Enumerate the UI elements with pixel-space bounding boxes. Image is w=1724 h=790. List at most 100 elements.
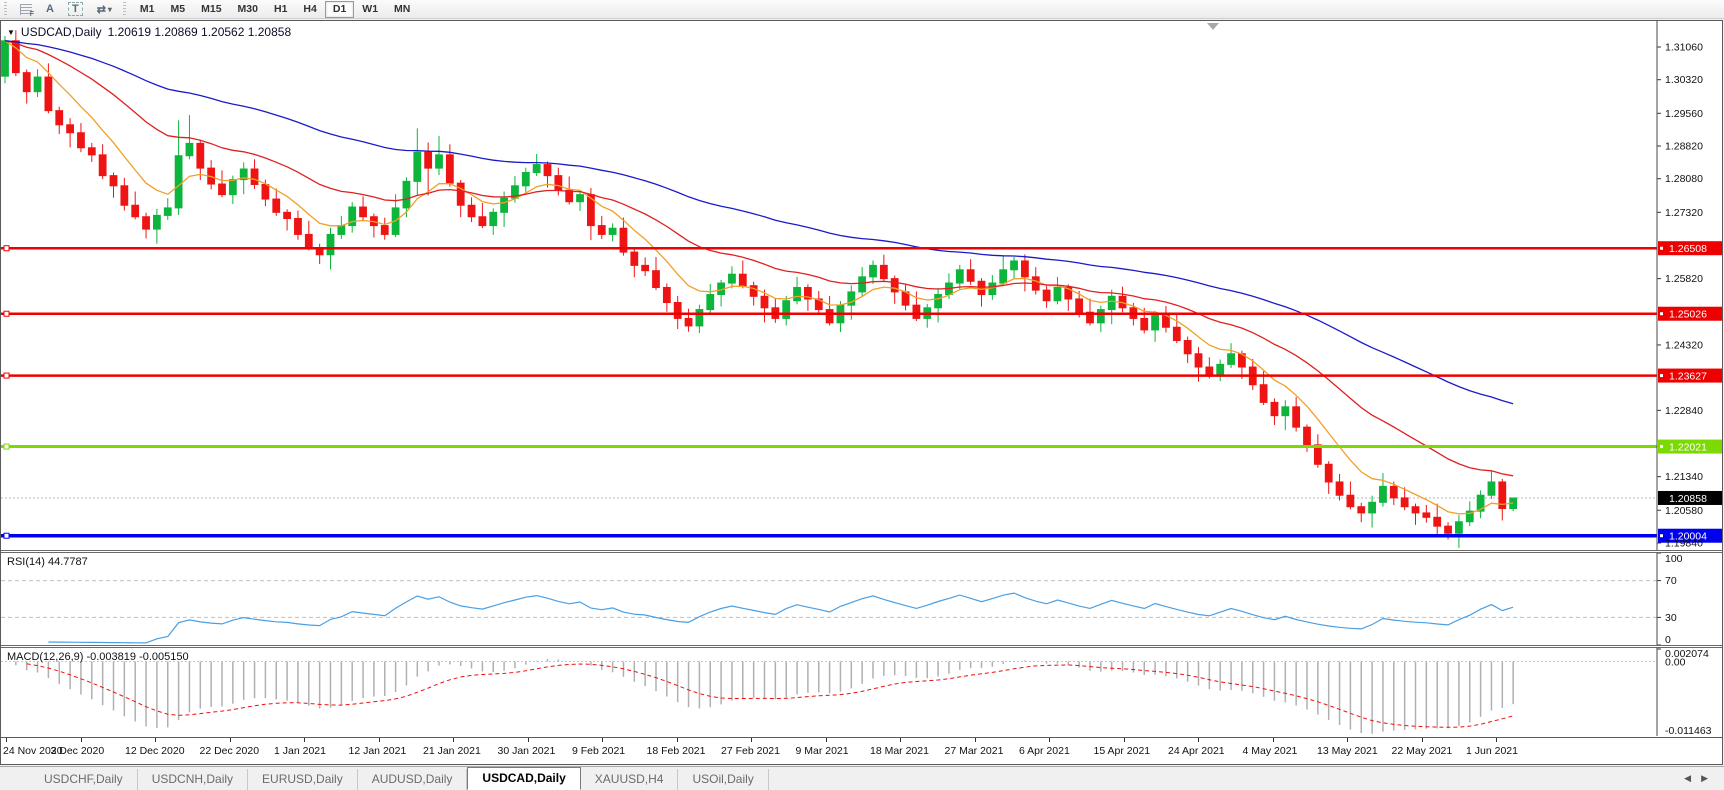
hline-anchor[interactable] bbox=[3, 245, 10, 252]
objects-tool-button[interactable]: ⇄ ▾ bbox=[91, 1, 118, 18]
candle-body bbox=[55, 110, 64, 126]
tab-eurusd[interactable]: EURUSD,Daily bbox=[248, 769, 358, 790]
date-label: 21 Jan 2021 bbox=[423, 745, 481, 757]
candle-body bbox=[597, 225, 606, 235]
candle-body bbox=[22, 72, 31, 93]
axis-label: 0.00 bbox=[1665, 656, 1686, 668]
candle-body bbox=[641, 264, 650, 272]
date-tick bbox=[304, 738, 305, 742]
chart-shift-marker-icon[interactable] bbox=[1207, 23, 1219, 30]
macd-chart[interactable]: 0.0020740.00-0.011463 bbox=[1, 648, 1722, 736]
timeframe-button-m30[interactable]: M30 bbox=[230, 1, 266, 18]
hline-1.25026[interactable]: 1.25026 bbox=[1, 306, 1722, 321]
candlestick-chart[interactable]: 1.26508 1.25026 1.23627 1.22021 1.20004 1.310… bbox=[1, 21, 1722, 550]
candle-body bbox=[153, 214, 161, 230]
candle-body bbox=[1042, 289, 1051, 302]
rsi-indicator-pane[interactable]: RSI(14) 44.7787 100 70 30 0 bbox=[1, 553, 1722, 645]
timeframe-button-m5[interactable]: M5 bbox=[163, 1, 194, 18]
tab-usdchf[interactable]: USDCHF,Daily bbox=[30, 769, 138, 790]
hline-anchor[interactable] bbox=[3, 310, 10, 317]
hline-1.22021[interactable]: 1.22021 bbox=[1, 439, 1722, 454]
candle-body bbox=[500, 197, 509, 213]
price-badge-label: 1.22021 bbox=[1669, 442, 1707, 454]
tab-scroll-right-icon[interactable]: ▶ bbox=[1701, 773, 1718, 783]
price-badge-label: 1.23627 bbox=[1669, 371, 1707, 383]
toolbar-grip[interactable] bbox=[3, 2, 10, 16]
hline-anchor[interactable] bbox=[3, 443, 10, 450]
date-label: 18 Feb 2021 bbox=[646, 745, 706, 757]
chart-window: ▼ USDCAD,Daily 1.20619 1.20869 1.20562 1… bbox=[0, 20, 1723, 765]
date-tick bbox=[676, 738, 678, 742]
candle-body bbox=[294, 218, 302, 235]
candle-body bbox=[185, 142, 194, 157]
price-badge-label: 1.26508 bbox=[1669, 243, 1707, 255]
date-label: 15 Apr 2021 bbox=[1093, 745, 1151, 757]
tab-usdcad[interactable]: USDCAD,Daily bbox=[467, 767, 581, 790]
date-tick bbox=[825, 738, 827, 742]
candles-layer bbox=[1, 30, 1518, 548]
candle-body bbox=[1357, 506, 1366, 514]
date-tick bbox=[1496, 738, 1497, 742]
axis-label: 30 bbox=[1665, 612, 1677, 624]
candle-body bbox=[283, 211, 292, 220]
hline-1.26508[interactable]: 1.26508 bbox=[1, 241, 1722, 256]
indicator-grid-button[interactable]: F bbox=[14, 1, 38, 18]
candle-body bbox=[120, 185, 129, 206]
text-tool-button[interactable]: T bbox=[62, 1, 89, 18]
axis-label: -0.011463 bbox=[1665, 725, 1712, 736]
hline-anchor[interactable] bbox=[3, 372, 10, 379]
arrow-tool-button[interactable]: A bbox=[40, 1, 60, 18]
candle-body bbox=[489, 211, 498, 227]
candle-body bbox=[1075, 298, 1084, 313]
date-label: 22 Dec 2020 bbox=[199, 745, 260, 757]
toolbar-grip[interactable] bbox=[121, 2, 129, 16]
date-tick bbox=[527, 738, 529, 742]
date-label: 1 Jan 2021 bbox=[274, 745, 326, 757]
hline-anchor[interactable] bbox=[3, 532, 10, 539]
candle-body bbox=[131, 204, 140, 218]
candle-body bbox=[1281, 406, 1290, 417]
timeframe-button-m1[interactable]: M1 bbox=[132, 1, 163, 18]
tab-audusd[interactable]: AUDUSD,Daily bbox=[358, 769, 468, 790]
date-label: 12 Jan 2021 bbox=[348, 745, 407, 757]
candle-body bbox=[728, 273, 736, 284]
date-label: 12 Dec 2020 bbox=[125, 745, 185, 757]
date-label: 9 Feb 2021 bbox=[572, 745, 626, 757]
candle-body bbox=[77, 132, 85, 149]
timeframe-button-mn[interactable]: MN bbox=[386, 1, 418, 18]
candle-body bbox=[576, 194, 584, 203]
timeframe-button-h4[interactable]: H4 bbox=[295, 1, 324, 18]
date-axis[interactable]: 24 Nov 2020 3 Dec 2020 12 Dec 2020 22 Dec 2… bbox=[1, 737, 1722, 764]
candle-body bbox=[1205, 366, 1214, 375]
axis-label: 1.31060 bbox=[1665, 41, 1703, 53]
timeframe-button-w1[interactable]: W1 bbox=[354, 1, 386, 18]
candle-body bbox=[999, 269, 1008, 284]
candle-body bbox=[1107, 295, 1116, 311]
macd-label: MACD(12,26,9) -0.003819 -0.005150 bbox=[7, 651, 189, 663]
axis-label: 1.24320 bbox=[1665, 339, 1703, 351]
tab-usoil[interactable]: USOil,Daily bbox=[678, 769, 769, 790]
tab-xauusd[interactable]: XAUUSD,H4 bbox=[581, 769, 679, 790]
axis-label: 1.22840 bbox=[1665, 405, 1703, 417]
candle-body bbox=[413, 151, 422, 182]
candle-body bbox=[1270, 401, 1279, 417]
candle-body bbox=[456, 182, 465, 206]
date-tick bbox=[1198, 738, 1199, 742]
tab-usdcnh[interactable]: USDCNH,Daily bbox=[138, 769, 249, 790]
hline-1.23627[interactable]: 1.23627 bbox=[1, 368, 1722, 383]
candle-body bbox=[326, 233, 335, 256]
timeframe-button-h1[interactable]: H1 bbox=[266, 1, 295, 18]
timeframe-button-m15[interactable]: M15 bbox=[193, 1, 229, 18]
candle-body bbox=[879, 264, 888, 280]
date-label: 4 May 2021 bbox=[1242, 745, 1298, 757]
triangle-collapse-icon[interactable]: ▼ bbox=[7, 28, 15, 37]
hline-1.20004[interactable]: 1.20004 bbox=[1, 528, 1722, 543]
price-chart-pane[interactable]: ▼ USDCAD,Daily 1.20619 1.20869 1.20562 1… bbox=[1, 21, 1722, 550]
candle-body bbox=[543, 164, 552, 177]
rsi-chart[interactable]: 100 70 30 0 bbox=[1, 553, 1722, 645]
timeframe-button-d1[interactable]: D1 bbox=[324, 0, 355, 18]
date-tick bbox=[1049, 738, 1050, 742]
date-tick bbox=[453, 738, 454, 742]
tab-scroll-left-icon[interactable]: ◀ bbox=[1684, 773, 1701, 783]
macd-indicator-pane[interactable]: MACD(12,26,9) -0.003819 -0.005150 0.0020… bbox=[1, 648, 1722, 736]
